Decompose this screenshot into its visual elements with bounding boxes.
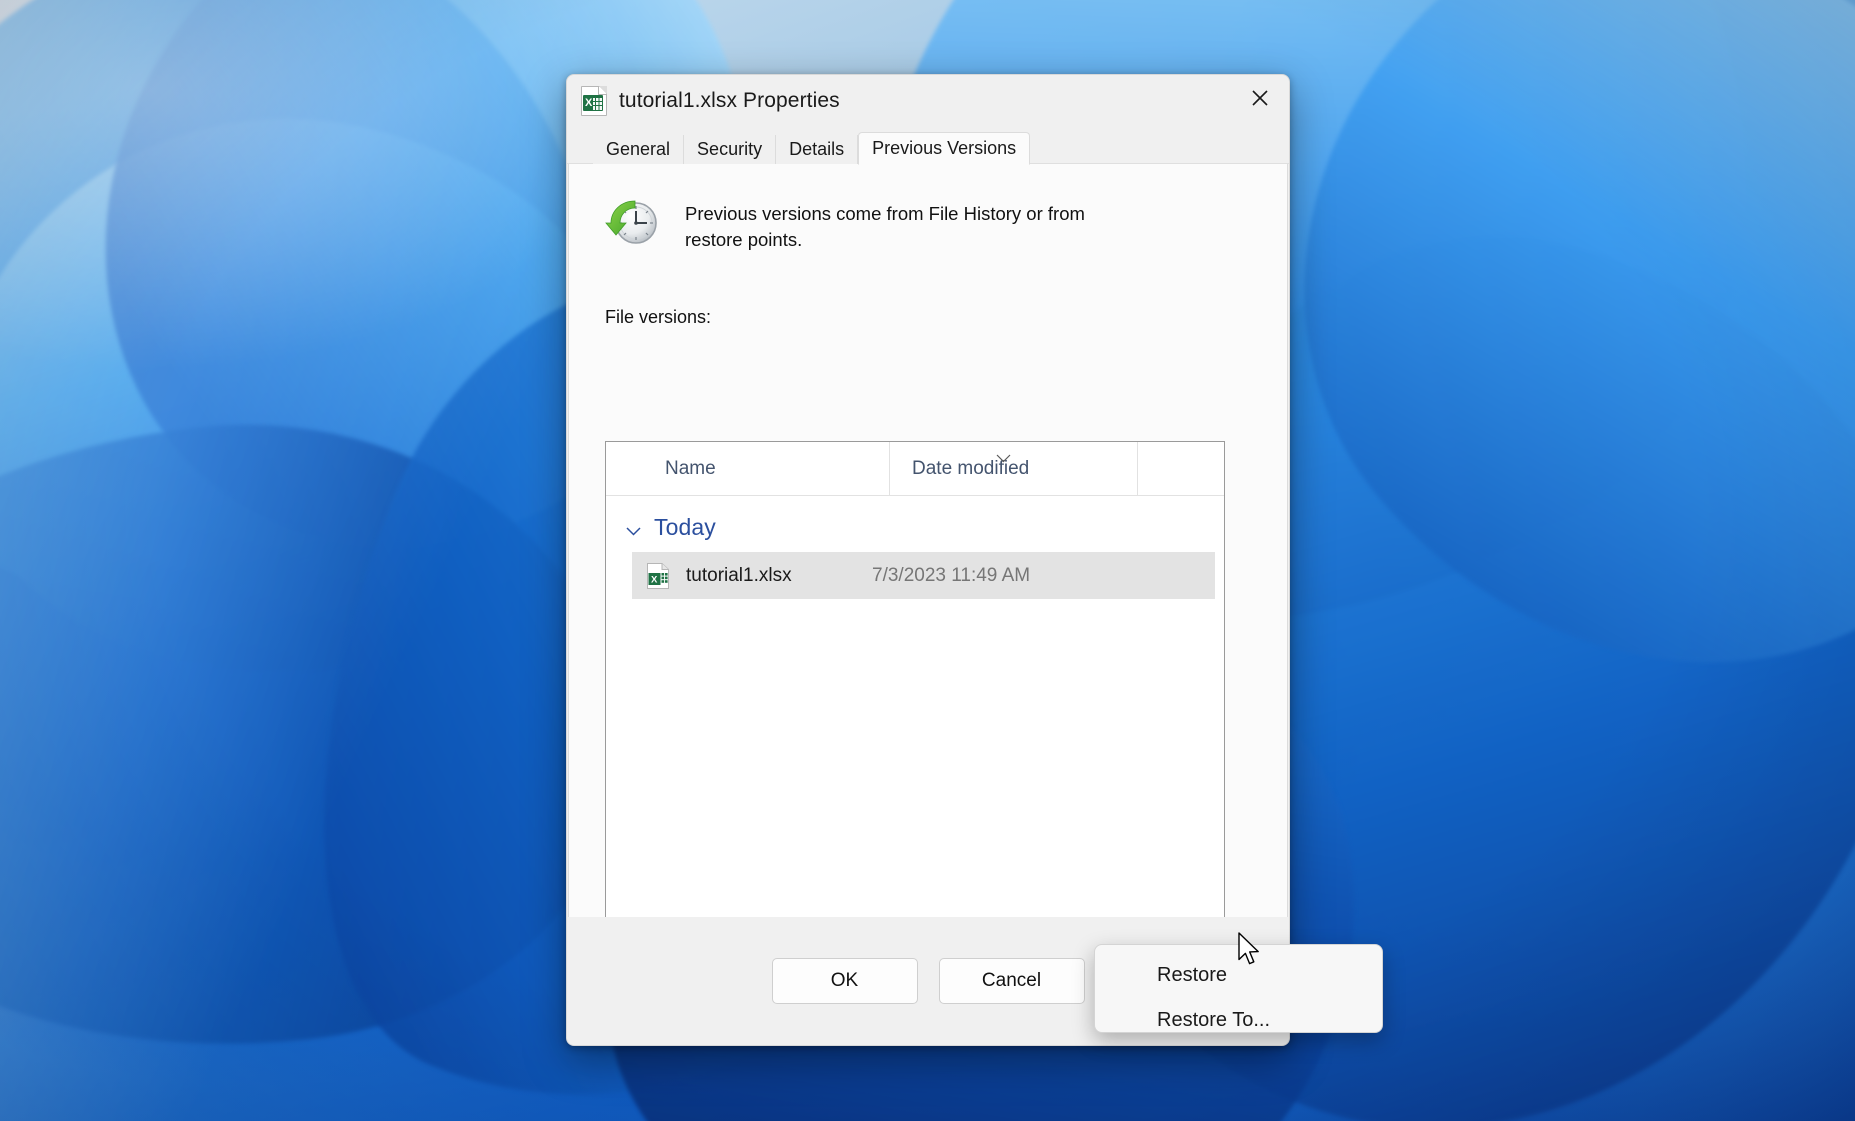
list-header: Name Date modified — [606, 442, 1224, 496]
chevron-down-icon — [996, 447, 1011, 463]
tab-label: Details — [789, 139, 845, 159]
cancel-button[interactable]: Cancel — [938, 958, 1085, 1004]
list-item[interactable]: X tutorial1.xlsx 7/3/2023 11:49 AM — [632, 552, 1215, 599]
clock-restore-icon — [605, 194, 661, 250]
ok-button[interactable]: OK — [771, 958, 918, 1004]
restore-dropdown-menu: Restore Restore To... — [1094, 944, 1383, 1033]
chevron-down-icon[interactable] — [626, 523, 641, 536]
excel-file-icon: X — [581, 86, 607, 116]
column-header-blank — [1137, 442, 1224, 495]
list-item-name: tutorial1.xlsx — [686, 564, 792, 586]
tab-label: Security — [697, 139, 763, 159]
excel-file-icon: X — [647, 562, 669, 589]
list-group-label: Today — [654, 514, 716, 540]
menu-item-restore[interactable]: Restore — [1095, 953, 1382, 998]
panel-description-row: Previous versions come from File History… — [569, 164, 1287, 254]
list-group-today[interactable]: Today — [606, 496, 1224, 541]
panel-description: Previous versions come from File History… — [685, 203, 1085, 251]
dialog-titlebar: X tutorial1.xlsx Properties — [567, 75, 1289, 127]
tab-security[interactable]: Security — [684, 135, 777, 164]
list-item-date-modified: 7/3/2023 11:49 AM — [872, 564, 1031, 586]
tab-label: Previous Versions — [872, 138, 1017, 158]
tab-general[interactable]: General — [593, 135, 685, 164]
tab-previous-versions[interactable]: Previous Versions — [858, 132, 1031, 165]
column-header-label: Name — [665, 457, 716, 479]
column-header-date-modified[interactable]: Date modified — [889, 442, 1137, 495]
column-header-label: Date modified — [912, 457, 1030, 479]
file-versions-listbox[interactable]: Name Date modified Today X tutorial1.xls… — [605, 441, 1225, 944]
dialog-title: tutorial1.xlsx Properties — [619, 89, 840, 112]
previous-versions-panel: Previous versions come from File History… — [568, 164, 1288, 1010]
svg-text:X: X — [651, 574, 658, 585]
tab-label: General — [606, 139, 671, 159]
close-icon[interactable] — [1231, 75, 1289, 121]
menu-item-restore-to[interactable]: Restore To... — [1095, 998, 1382, 1043]
properties-dialog: X tutorial1.xlsx Properties General Secu… — [566, 74, 1290, 1046]
column-header-name[interactable]: Name — [606, 442, 889, 495]
tab-strip: General Security Details Previous Versio… — [567, 131, 1289, 165]
desktop-wallpaper: X tutorial1.xlsx Properties General Secu… — [0, 0, 1855, 1121]
file-versions-label: File versions: — [605, 306, 712, 327]
tab-details[interactable]: Details — [776, 135, 859, 164]
